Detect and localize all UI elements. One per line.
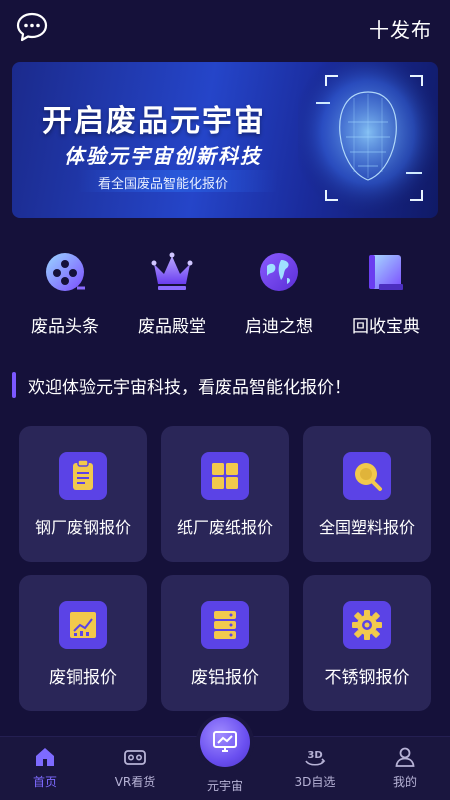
quick-link-label: 启迪之想 [245, 317, 313, 337]
book-icon [369, 255, 403, 290]
top-bar: 十发布 [0, 0, 450, 56]
tab-vr[interactable]: VR看货 [90, 737, 180, 800]
promo-banner[interactable]: 开启废品元宇宙 体验元宇宙创新科技 看全国废品智能化报价 [12, 62, 438, 218]
quick-link-inspire[interactable]: 启迪之想 [229, 250, 329, 337]
card-paper-mill-price[interactable]: 纸厂废纸报价 [161, 426, 289, 562]
quick-link-label: 废品殿堂 [138, 317, 206, 337]
tab-label: 首页 [32, 775, 57, 789]
quick-link-label: 废品头条 [31, 317, 99, 337]
tab-me[interactable]: 我的 [360, 737, 450, 800]
tab-label: 我的 [392, 775, 417, 789]
card-label: 不锈钢报价 [324, 668, 410, 688]
card-label: 钢厂废钢报价 [34, 518, 131, 537]
tab-label: VR看货 [114, 775, 156, 789]
chat-bubble-icon[interactable] [16, 12, 48, 42]
crown-icon [151, 252, 193, 290]
welcome-text: 欢迎体验元宇宙科技，看废品智能化报价！ [28, 378, 351, 398]
chart-icon [59, 601, 107, 649]
quick-links: 废品头条 废品殿堂 启迪之想 回收宝典 [0, 250, 450, 337]
card-label: 全国塑料报价 [318, 518, 415, 537]
tab-3d[interactable]: 3D 3D自选 [270, 737, 360, 800]
card-label: 废铝报价 [191, 668, 259, 688]
search-icon [343, 452, 391, 500]
quick-link-hall[interactable]: 废品殿堂 [122, 250, 222, 337]
face-scan-icon [298, 62, 438, 218]
film-reel-icon [46, 253, 85, 291]
tab-metaverse[interactable]: 元宇宙 [180, 717, 270, 800]
welcome-accent-bar [12, 372, 16, 398]
card-stainless-price[interactable]: 不锈钢报价 [303, 575, 431, 711]
user-icon [395, 747, 415, 767]
tab-home[interactable]: 首页 [0, 737, 90, 800]
card-steel-mill-price[interactable]: 钢厂废钢报价 [19, 426, 147, 562]
banner-subtitle: 体验元宇宙创新科技 [64, 144, 262, 168]
welcome-notice: 欢迎体验元宇宙科技，看废品智能化报价！ [12, 370, 438, 400]
card-aluminum-price[interactable]: 废铝报价 [161, 575, 289, 711]
card-label: 纸厂废纸报价 [176, 518, 273, 537]
gear-icon [343, 601, 391, 649]
banner-title: 开启废品元宇宙 [42, 104, 266, 139]
globe-icon [260, 253, 298, 291]
card-plastic-price[interactable]: 全国塑料报价 [303, 426, 431, 562]
tab-label: 元宇宙 [206, 779, 243, 793]
quick-link-news[interactable]: 废品头条 [15, 250, 115, 337]
tab-label: 3D自选 [294, 775, 336, 789]
monitor-chart-icon [200, 717, 250, 767]
clipboard-icon [59, 452, 107, 500]
card-copper-price[interactable]: 废铜报价 [19, 575, 147, 711]
svg-text:3D: 3D [307, 750, 322, 761]
card-label: 废铜报价 [49, 668, 117, 688]
quick-link-handbook[interactable]: 回收宝典 [336, 250, 436, 337]
home-icon [36, 748, 54, 766]
vr-headset-icon [124, 750, 146, 765]
database-icon [201, 601, 249, 649]
3d-rotate-icon: 3D [305, 750, 326, 766]
publish-button[interactable]: 十发布 [369, 14, 432, 43]
banner-caption: 看全国废品智能化报价 [98, 177, 229, 192]
quick-link-label: 回收宝典 [352, 317, 420, 337]
grid-icon [201, 452, 249, 500]
bottom-tab-bar: 首页 VR看货 元宇宙 3D 3D自选 我的 [0, 717, 450, 800]
